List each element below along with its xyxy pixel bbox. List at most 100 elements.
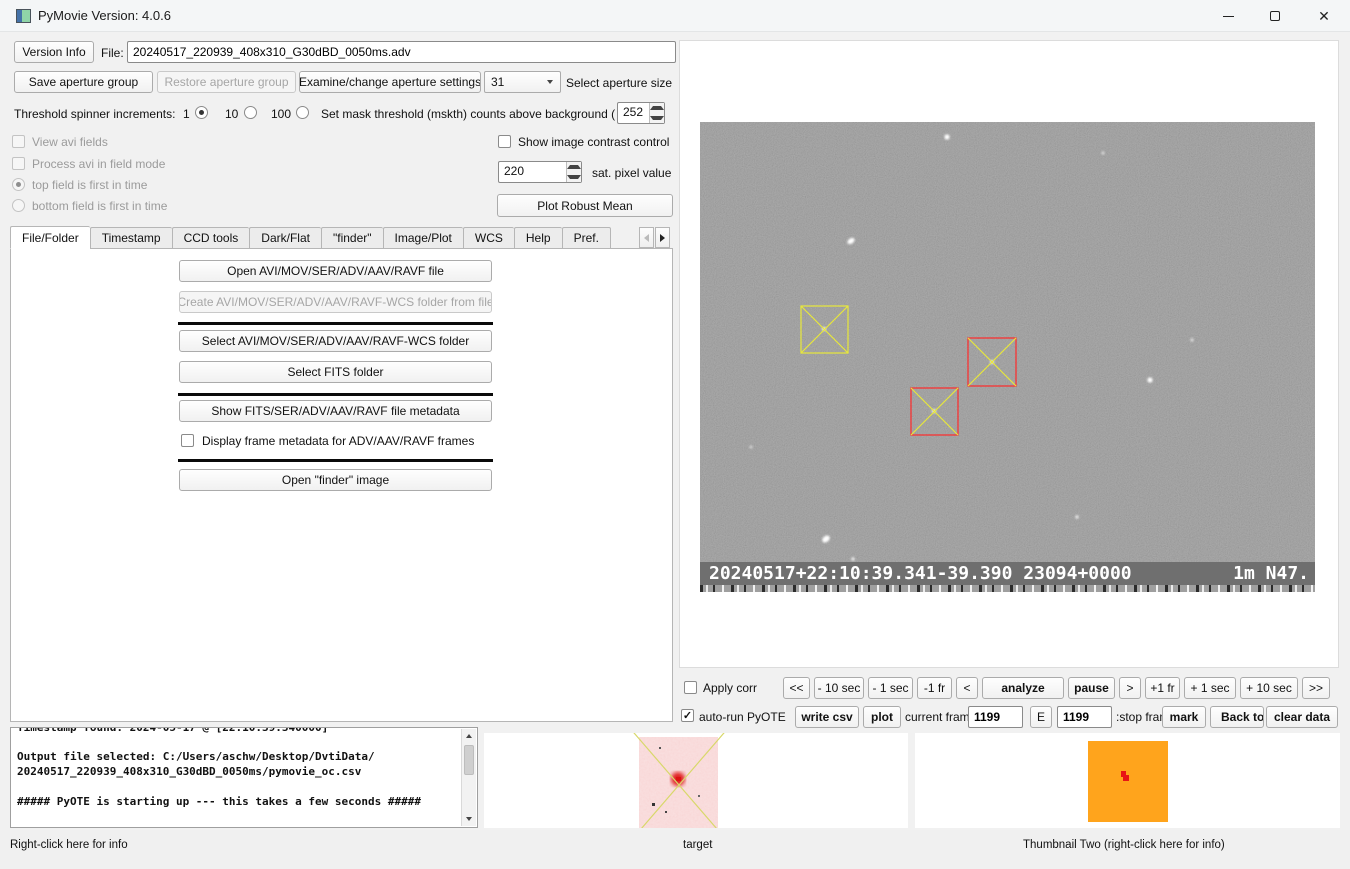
analyze-button[interactable]: analyze bbox=[982, 677, 1064, 699]
mark-button[interactable]: mark bbox=[1162, 706, 1206, 728]
bottom-field-first-radio[interactable] bbox=[12, 199, 25, 212]
threshold-increments-label: Threshold spinner increments: bbox=[14, 107, 175, 121]
vti-barcode-strip bbox=[700, 585, 1315, 592]
video-frame[interactable]: 20240517+22:10:39.341-39.390 23094+0000 … bbox=[700, 122, 1315, 592]
clear-data-button[interactable]: clear data bbox=[1266, 706, 1338, 728]
write-csv-button[interactable]: write csv bbox=[795, 706, 859, 728]
auto-run-pyote-checkbox[interactable]: ✓ bbox=[681, 709, 694, 722]
restore-aperture-group-button[interactable]: Restore aperture group bbox=[157, 71, 296, 93]
open-finder-image-button[interactable]: Open "finder" image bbox=[179, 469, 492, 491]
show-metadata-button[interactable]: Show FITS/SER/ADV/AAV/RAVF file metadata bbox=[179, 400, 492, 422]
status-left-text[interactable]: Right-click here for info bbox=[10, 839, 128, 851]
auto-run-pyote-label: auto-run PyOTE bbox=[699, 710, 786, 724]
timestamp-right-text: 1m N47. bbox=[1233, 563, 1309, 584]
create-wcs-folder-button[interactable]: Create AVI/MOV/SER/ADV/AAV/RAVF-WCS fold… bbox=[179, 291, 492, 313]
tab-dark-flat[interactable]: Dark/Flat bbox=[249, 227, 321, 249]
plot-button[interactable]: plot bbox=[863, 706, 901, 728]
timestamp-overlay-bar: 20240517+22:10:39.341-39.390 23094+0000 … bbox=[700, 562, 1315, 585]
pause-button[interactable]: pause bbox=[1068, 677, 1115, 699]
separator bbox=[178, 459, 493, 462]
top-field-first-radio[interactable] bbox=[12, 178, 25, 191]
process-avi-field-mode-label: Process avi in field mode bbox=[32, 157, 165, 171]
minus-1-sec-button[interactable]: - 1 sec bbox=[868, 677, 913, 699]
mask-threshold-spinner[interactable]: 252 bbox=[617, 102, 665, 124]
file-label: File: bbox=[101, 46, 124, 60]
aperture-size-value: 31 bbox=[485, 75, 547, 89]
aperture-size-select[interactable]: 31 bbox=[484, 71, 561, 93]
file-input[interactable] bbox=[127, 41, 676, 63]
maximize-button[interactable] bbox=[1252, 0, 1298, 32]
threshold-option-100-label: 100 bbox=[271, 107, 291, 121]
apply-corr-label: Apply corr bbox=[703, 681, 757, 695]
jump-end-button[interactable]: >> bbox=[1302, 677, 1330, 699]
target-thumbnail-label: target bbox=[683, 839, 712, 851]
threshold-option-1-label: 1 bbox=[183, 107, 190, 121]
examine-aperture-settings-button[interactable]: Examine/change aperture settings bbox=[299, 71, 481, 93]
threshold-radio-100[interactable] bbox=[296, 106, 309, 119]
scroll-down-icon[interactable] bbox=[462, 812, 476, 826]
tab-bar: File/Folder Timestamp CCD tools Dark/Fla… bbox=[10, 226, 611, 249]
threshold-radio-10[interactable] bbox=[244, 106, 257, 119]
tab-wcs[interactable]: WCS bbox=[463, 227, 514, 249]
plus-10-sec-button[interactable]: + 10 sec bbox=[1240, 677, 1298, 699]
process-avi-field-mode-checkbox[interactable] bbox=[12, 157, 25, 170]
tab-ccd-tools[interactable]: CCD tools bbox=[172, 227, 250, 249]
close-icon: ✕ bbox=[1318, 9, 1330, 23]
back-to-button[interactable]: Back to bbox=[1210, 706, 1264, 728]
plot-robust-mean-button[interactable]: Plot Robust Mean bbox=[497, 194, 673, 217]
save-aperture-group-button[interactable]: Save aperture group bbox=[14, 71, 153, 93]
tab-finder[interactable]: "finder" bbox=[321, 227, 383, 249]
tab-scroll-right-button[interactable] bbox=[655, 227, 670, 248]
open-file-button[interactable]: Open AVI/MOV/SER/ADV/AAV/RAVF file bbox=[179, 260, 492, 282]
minimize-button[interactable] bbox=[1205, 0, 1251, 32]
sat-pixel-spinner[interactable]: 220 bbox=[498, 161, 582, 183]
stop-frame-input[interactable] bbox=[1057, 706, 1112, 728]
minus-10-sec-button[interactable]: - 10 sec bbox=[814, 677, 864, 699]
log-scrollbar[interactable] bbox=[461, 729, 476, 826]
apply-corr-checkbox[interactable] bbox=[684, 681, 697, 694]
tab-pref[interactable]: Pref. bbox=[562, 227, 611, 249]
select-wcs-folder-button[interactable]: Select AVI/MOV/SER/ADV/AAV/RAVF-WCS fold… bbox=[179, 330, 492, 352]
plus-1-sec-button[interactable]: + 1 sec bbox=[1184, 677, 1236, 699]
close-button[interactable]: ✕ bbox=[1301, 0, 1347, 32]
current-frame-label: current fram bbox=[905, 710, 970, 724]
e-button[interactable]: E bbox=[1030, 706, 1052, 728]
spinner-arrows[interactable] bbox=[649, 103, 664, 123]
tab-image-plot[interactable]: Image/Plot bbox=[383, 227, 463, 249]
mask-threshold-value: 252 bbox=[618, 103, 649, 123]
bottom-field-first-label: bottom field is first in time bbox=[32, 199, 167, 213]
tab-help[interactable]: Help bbox=[514, 227, 562, 249]
thumbnail-two-panel[interactable] bbox=[915, 733, 1340, 828]
log-panel[interactable]: Timestamp found: 2024-05-17 @ [22:10:39.… bbox=[10, 727, 478, 828]
threshold-radio-1[interactable] bbox=[195, 106, 208, 119]
jump-start-button[interactable]: << bbox=[783, 677, 810, 699]
top-field-first-label: top field is first in time bbox=[32, 178, 147, 192]
spinner-arrows[interactable] bbox=[566, 162, 581, 182]
log-text: Timestamp found: 2024-05-17 @ [22:10:39.… bbox=[17, 727, 421, 809]
thumbnail-one-panel[interactable] bbox=[484, 733, 908, 828]
tab-timestamp[interactable]: Timestamp bbox=[90, 227, 172, 249]
scroll-up-icon[interactable] bbox=[462, 729, 476, 743]
step-forward-button[interactable]: > bbox=[1119, 677, 1141, 699]
minus-1-frame-button[interactable]: -1 fr bbox=[917, 677, 952, 699]
tab-file-folder[interactable]: File/Folder bbox=[10, 226, 90, 249]
separator bbox=[178, 393, 493, 396]
thumbnail-two-image bbox=[915, 733, 1340, 828]
show-contrast-label: Show image contrast control bbox=[518, 135, 669, 149]
version-info-button[interactable]: Version Info bbox=[14, 41, 94, 63]
tab-scroll-left-button[interactable] bbox=[639, 227, 654, 248]
current-frame-input[interactable] bbox=[968, 706, 1023, 728]
step-back-button[interactable]: < bbox=[956, 677, 978, 699]
show-contrast-checkbox[interactable] bbox=[498, 135, 511, 148]
plus-1-frame-button[interactable]: +1 fr bbox=[1145, 677, 1180, 699]
mask-threshold-label: Set mask threshold (mskth) counts above … bbox=[321, 107, 615, 121]
scrollbar-thumb[interactable] bbox=[464, 745, 474, 775]
select-fits-folder-button[interactable]: Select FITS folder bbox=[179, 361, 492, 383]
target-thumbnail bbox=[484, 733, 908, 828]
display-frame-metadata-checkbox[interactable] bbox=[181, 434, 194, 447]
sat-pixel-label: sat. pixel value bbox=[592, 166, 671, 180]
sat-pixel-value: 220 bbox=[499, 162, 566, 182]
timestamp-text: 20240517+22:10:39.341-39.390 23094+0000 bbox=[709, 563, 1132, 584]
thumbnail-two-label[interactable]: Thumbnail Two (right-click here for info… bbox=[1023, 839, 1225, 851]
view-avi-fields-checkbox[interactable] bbox=[12, 135, 25, 148]
